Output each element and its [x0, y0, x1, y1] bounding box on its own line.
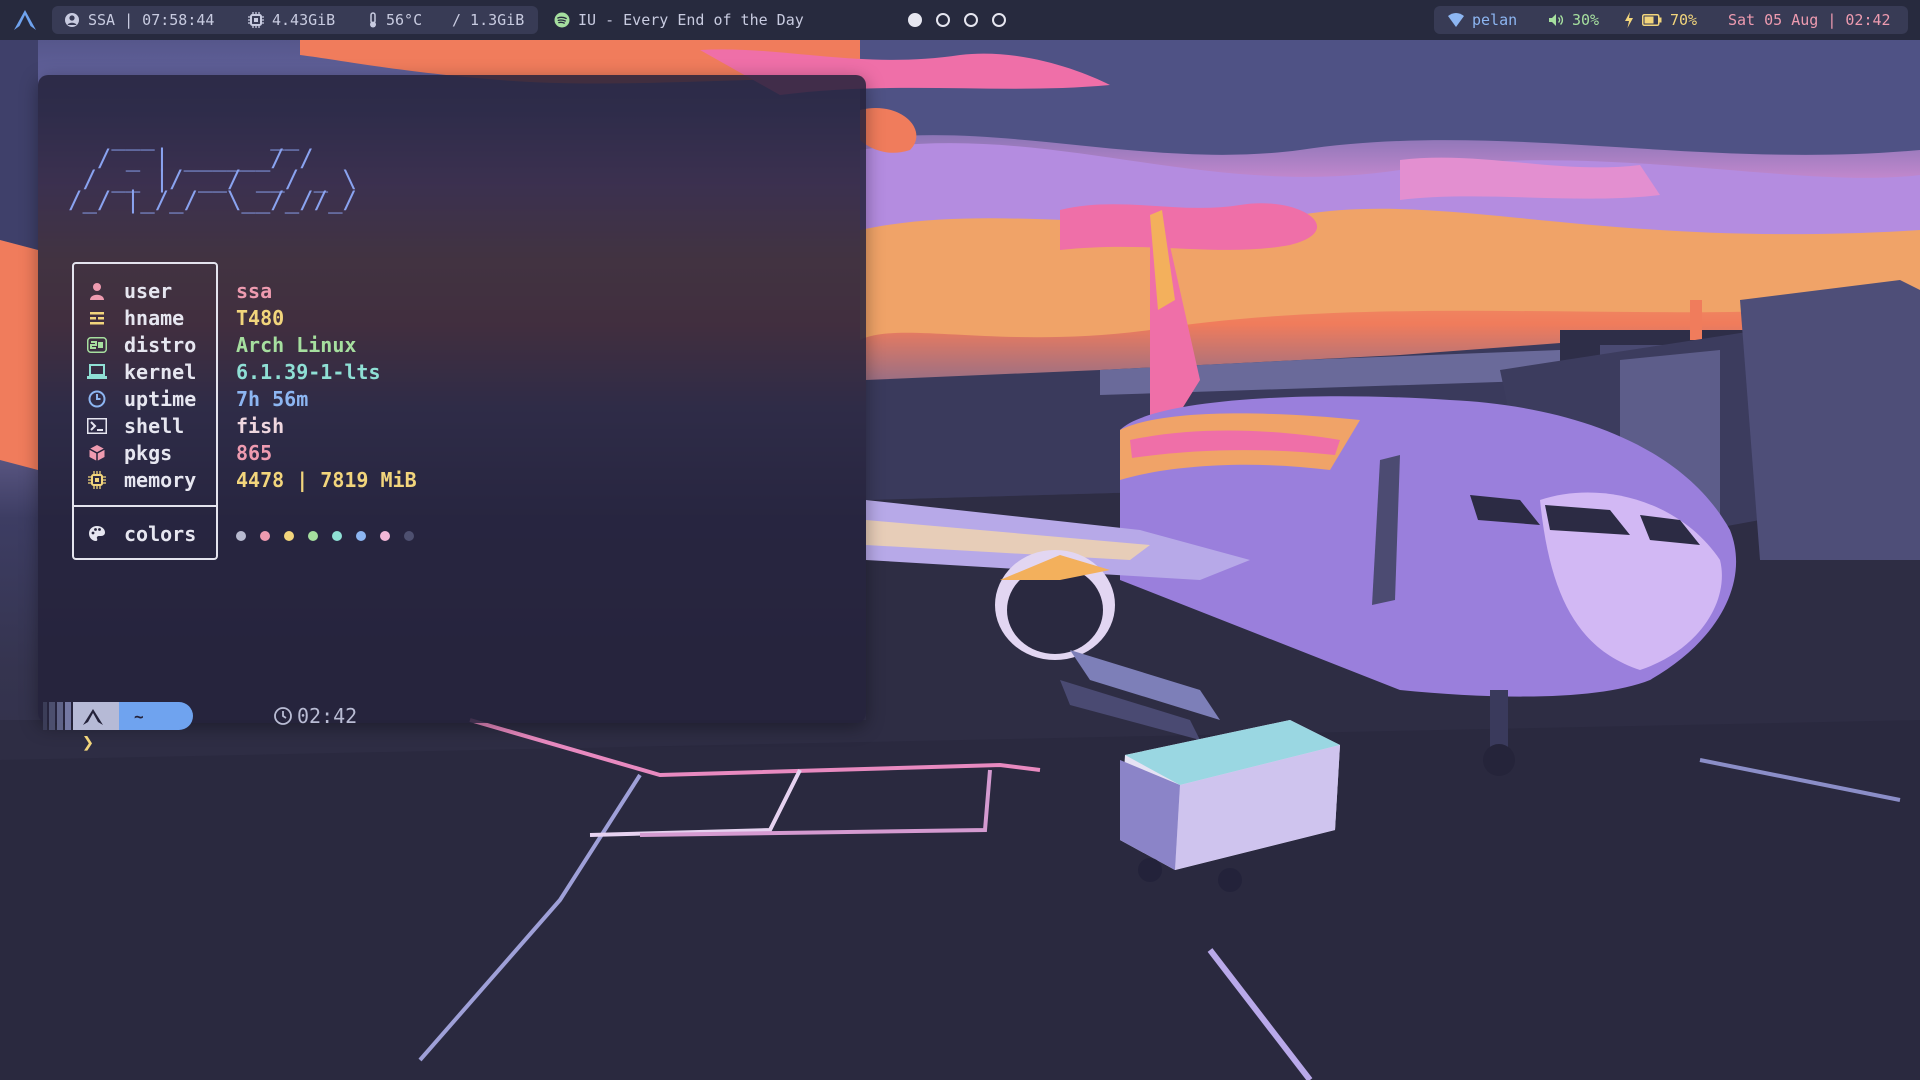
colors-label: colors	[124, 521, 197, 546]
fetch-key: shell	[124, 413, 185, 438]
fetch-key: uptime	[124, 386, 197, 411]
fetch-row-uptime: uptime 7h 56m	[72, 385, 308, 412]
user-circle-icon	[65, 13, 79, 27]
prompt-directory: ~	[134, 706, 144, 726]
memory-module[interactable]: 4.43GiB	[248, 0, 335, 40]
distro-icon	[86, 334, 108, 356]
arch-logo-icon[interactable]	[14, 10, 36, 30]
palette-swatch	[308, 530, 318, 541]
fetch-key: pkgs	[124, 440, 173, 465]
hostname-icon	[86, 307, 108, 329]
battery-module[interactable]: 70%	[1624, 0, 1697, 40]
terminal-window[interactable]: ___ __ / _ | ______/ / / __ |/ __/ __/ _…	[38, 75, 866, 754]
fetch-row-hname: hname T480	[72, 304, 284, 331]
media-module[interactable]: IU - Every End of the Day	[554, 0, 804, 40]
fetch-value: ssa	[236, 278, 273, 303]
fetch-value: Arch Linux	[236, 332, 357, 357]
battery-text: 70%	[1670, 11, 1698, 29]
fetch-row-distro: distro Arch Linux	[72, 331, 356, 358]
network-ssid: pelan	[1472, 11, 1518, 29]
fetch-row-shell: shell fish	[72, 412, 284, 439]
volume-text: 30%	[1572, 11, 1600, 29]
arch-prompt-icon	[83, 709, 103, 725]
user-icon	[86, 280, 108, 302]
spotify-icon	[554, 12, 570, 28]
clock-icon	[274, 707, 292, 725]
fetch-value: 7h 56m	[236, 386, 309, 411]
fetch-key: kernel	[124, 359, 197, 384]
speaker-icon	[1549, 14, 1564, 26]
fetch-key: hname	[124, 305, 185, 330]
chip-icon	[86, 469, 108, 491]
datetime-module[interactable]: Sat 05 Aug | 02:42	[1728, 0, 1891, 40]
terminal-icon	[86, 415, 108, 437]
prompt-segments	[43, 702, 193, 730]
color-palette	[236, 522, 428, 546]
workspace-2[interactable]	[936, 13, 950, 27]
user-clock-text: SSA | 07:58:44	[88, 11, 215, 29]
charging-bolt-icon	[1625, 12, 1633, 28]
temperature-text: 56°C	[386, 11, 423, 29]
temperature-module[interactable]: 56°C	[368, 0, 422, 40]
fetch-row-colors: colors	[72, 520, 414, 547]
palette-swatch	[284, 530, 294, 541]
palette-icon	[86, 523, 108, 545]
clock-icon	[86, 388, 108, 410]
memory-text: 4.43GiB	[272, 11, 336, 29]
laptop-icon	[86, 361, 108, 383]
volume-module[interactable]: 30%	[1548, 0, 1599, 40]
media-title: IU - Every End of the Day	[578, 11, 804, 29]
ascii-art-logo: ___ __ / _ | ______/ / / __ |/ __/ __/ _…	[68, 123, 357, 214]
disk-module[interactable]: / 1.3GiB	[452, 0, 524, 40]
battery-icon	[1642, 14, 1662, 26]
fetch-value: fish	[236, 413, 285, 438]
network-module[interactable]: pelan	[1448, 0, 1517, 40]
fetch-row-kernel: kernel 6.1.39-1-lts	[72, 358, 381, 385]
palette-swatch	[260, 530, 270, 541]
fetch-key: user	[124, 278, 173, 303]
fetch-value: 865	[236, 440, 273, 465]
fetch-value: 4478 | 7819 MiB	[236, 467, 417, 492]
package-icon	[86, 442, 108, 464]
fetch-row-user: user ssa	[72, 277, 272, 304]
datetime-text: Sat 05 Aug | 02:42	[1728, 11, 1891, 29]
fetch-row-memory: memory 4478 | 7819 MiB	[72, 466, 417, 493]
fetch-key: memory	[124, 467, 197, 492]
disk-text: / 1.3GiB	[452, 11, 525, 29]
palette-swatch	[404, 530, 414, 541]
top-bar: SSA | 07:58:44 4.43GiB 56°C / 1.3GiB IU …	[0, 0, 1920, 40]
workspace-3[interactable]	[964, 13, 978, 27]
prompt-time: 02:42	[297, 704, 358, 728]
wifi-icon	[1448, 13, 1464, 27]
thermometer-icon	[370, 12, 376, 28]
prompt-caret[interactable]: ❯	[82, 730, 94, 754]
palette-swatch	[332, 530, 342, 541]
workspace-1[interactable]	[908, 13, 922, 27]
fetch-value: T480	[236, 305, 285, 330]
prompt-clock: 02:42	[273, 702, 357, 730]
chip-icon	[248, 12, 264, 28]
fetch-box-divider	[74, 505, 216, 507]
palette-swatch	[236, 530, 246, 541]
user-clock-module[interactable]: SSA | 07:58:44	[64, 0, 214, 40]
workspace-4[interactable]	[992, 13, 1006, 27]
fetch-row-pkgs: pkgs 865	[72, 439, 272, 466]
palette-swatch	[356, 530, 366, 541]
palette-swatch	[380, 530, 390, 541]
fetch-key: distro	[124, 332, 197, 357]
fetch-value: 6.1.39-1-lts	[236, 359, 381, 384]
